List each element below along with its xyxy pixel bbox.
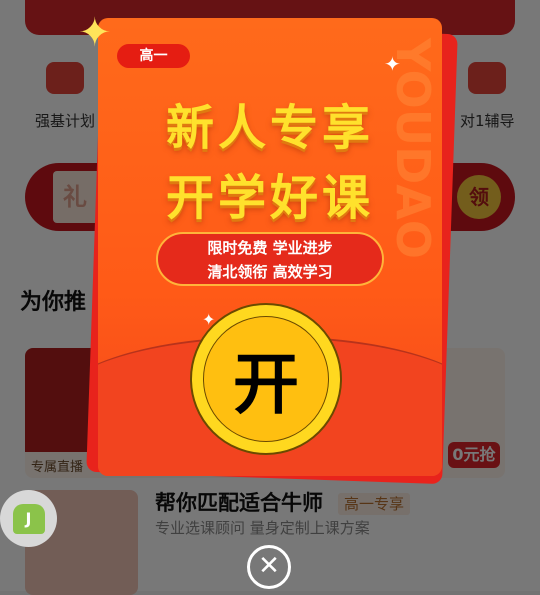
grade-tag: 高一专享 — [338, 493, 411, 515]
section-title: 为你推 — [20, 290, 87, 315]
sparkle-icon: ✦ — [384, 52, 401, 76]
qiangji-icon[interactable] — [46, 62, 84, 94]
match-teacher-subtitle: 专业选课顾问 量身定制上课方案 — [155, 519, 370, 537]
card-label: 专属直播 — [31, 460, 84, 475]
grade-badge: 高一 — [117, 44, 190, 68]
sparkle-icon: ✦ — [202, 310, 216, 329]
popup-title-line1: 新人专享 — [165, 100, 374, 156]
match-teacher-title[interactable]: 帮你匹配适合牛师 — [155, 491, 323, 516]
nav-qiangji-label[interactable]: 强基计划 — [35, 110, 95, 131]
teacher-photo — [25, 348, 95, 452]
nav-tutoring-label[interactable]: 对1辅导 — [460, 110, 515, 131]
tutoring-icon[interactable] — [468, 62, 506, 94]
slogan-pill: 限时免费 学业进步 清北领衔 高效学习 — [156, 232, 384, 286]
sparkle-icon: ✦ — [78, 10, 112, 56]
close-button[interactable]: ✕ — [247, 545, 291, 589]
open-label: 开 — [203, 316, 329, 442]
claim-button[interactable]: 领 — [457, 175, 501, 219]
red-envelope-popup[interactable]: YOUDAO 高一 ✦ 新人专享 开学好课 限时免费 学业进步 清北领衔 高效学… — [98, 18, 442, 476]
slogan-line1: 限时免费 学业进步 — [207, 239, 333, 257]
android-icon: J — [12, 503, 45, 534]
slogan-line2: 清北领衔 高效学习 — [207, 263, 333, 281]
popup-title-line2: 开学好课 — [165, 170, 374, 226]
free-grab-badge[interactable]: 0元抢 — [448, 442, 500, 468]
android-float-button[interactable]: J — [0, 490, 57, 547]
